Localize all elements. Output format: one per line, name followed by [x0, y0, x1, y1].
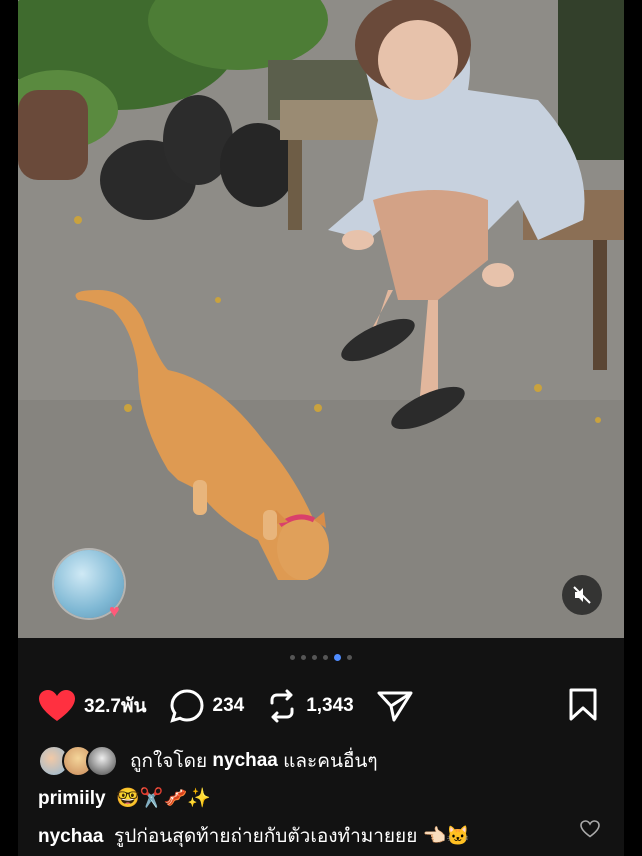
heart-icon[interactable] — [38, 689, 76, 723]
avatar[interactable] — [86, 745, 118, 777]
share-icon[interactable] — [376, 689, 414, 723]
mute-icon — [573, 586, 591, 604]
action-bar: 32.7พัน 234 1,343 — [38, 686, 436, 726]
share-action[interactable] — [376, 689, 414, 723]
carousel-dot — [323, 655, 328, 660]
like-action[interactable]: 32.7พัน — [38, 689, 147, 723]
liked-by-suffix[interactable]: และคนอื่นๆ — [283, 746, 377, 776]
photo-illustration — [18, 0, 624, 638]
caption-username[interactable]: primiily — [38, 788, 106, 809]
caption: primiily 🤓✂️🥓✨ — [38, 786, 211, 810]
caption-text: 🤓✂️🥓✨ — [116, 788, 211, 809]
carousel-dot — [312, 655, 317, 660]
repost-count: 1,343 — [306, 695, 354, 716]
liked-by-avatars[interactable] — [38, 745, 118, 777]
comment-icon[interactable] — [169, 688, 205, 724]
post-frame: ♥ 32.7พัน 234 1,343 ถูกใจโดย nychaa และค… — [18, 0, 624, 856]
liked-by-row[interactable]: ถูกใจโดย nychaa และคนอื่นๆ — [38, 745, 378, 777]
carousel-indicator — [18, 654, 624, 661]
bookmark-icon[interactable] — [568, 688, 598, 722]
comment-like-icon[interactable] — [580, 820, 600, 838]
comment-like-button[interactable] — [580, 820, 600, 843]
like-count: 32.7พัน — [84, 696, 147, 717]
repost-action[interactable]: 1,343 — [266, 689, 354, 723]
carousel-dot — [334, 654, 341, 661]
save-button[interactable] — [568, 688, 598, 727]
comment-action[interactable]: 234 — [169, 688, 245, 724]
carousel-dot — [347, 655, 352, 660]
comment-text: รูปก่อนสุดท้ายถ่ายกับตัวเองทำมายยย 👈🏻🐱 — [114, 826, 470, 847]
post-photo[interactable]: ♥ — [18, 0, 624, 638]
liked-by-prefix: ถูกใจโดย — [130, 751, 208, 772]
repost-icon[interactable] — [266, 689, 298, 723]
carousel-dot — [290, 655, 295, 660]
mute-button[interactable] — [562, 575, 602, 615]
carousel-dot — [301, 655, 306, 660]
comment-username[interactable]: nychaa — [38, 826, 103, 847]
liked-by-user[interactable]: nychaa — [212, 750, 277, 772]
top-comment: nychaa รูปก่อนสุดท้ายถ่ายกับตัวเองทำมายย… — [38, 821, 470, 851]
sticker-heart-icon: ♥ — [109, 601, 120, 621]
comment-count: 234 — [212, 695, 245, 716]
